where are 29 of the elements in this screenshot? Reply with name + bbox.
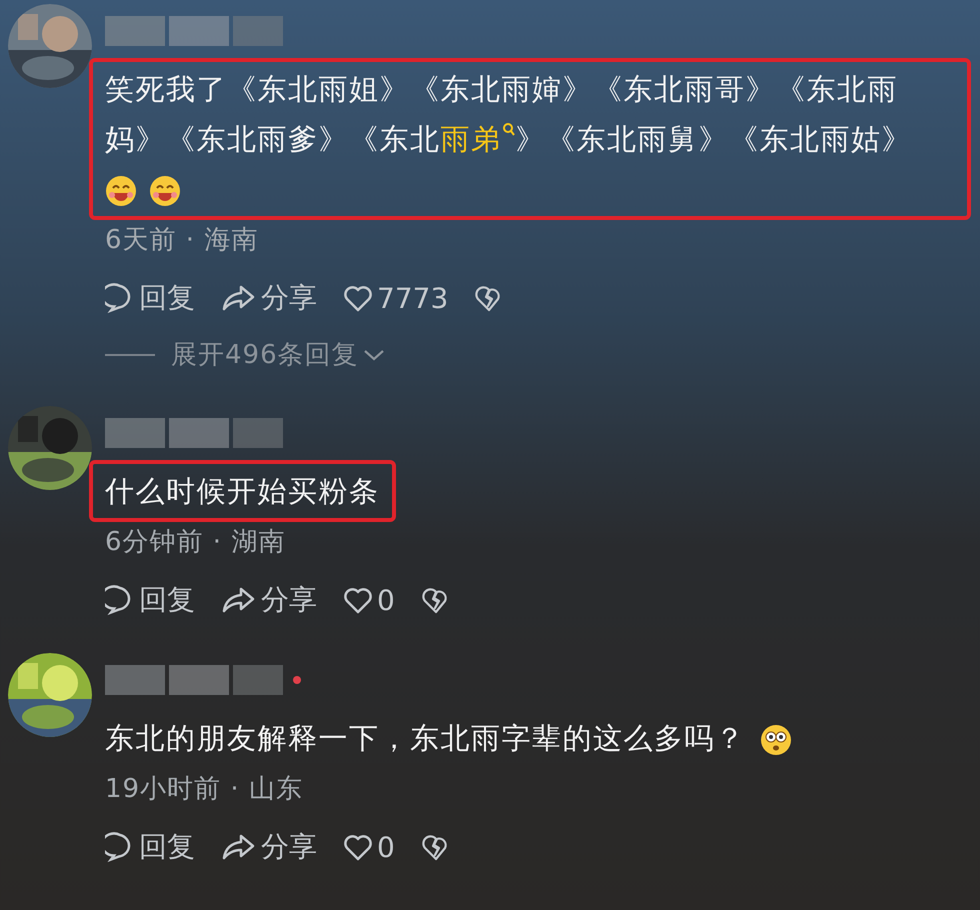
dazed-emoji-icon (760, 724, 792, 756)
reply-button[interactable]: 回复 (105, 279, 195, 317)
reply-button[interactable]: 回复 (105, 828, 195, 866)
comment-text: 什么时候开始买粉条 (105, 473, 380, 510)
grin-emoji-icon (149, 175, 181, 208)
caret-icon (362, 348, 385, 362)
heart-icon (343, 833, 373, 861)
search-icon (502, 122, 516, 138)
expand-replies-button[interactable]: 展开496条回复 (171, 337, 385, 372)
share-icon (221, 283, 257, 313)
reply-button[interactable]: 回复 (105, 581, 195, 619)
comment-text: 笑死我了《东北雨姐》《东北雨婶》《东北雨哥》《东北雨妈》《东北雨爹》《东北雨弟 》《东北雨舅》《东北雨姑》 (105, 71, 913, 158)
share-icon (221, 832, 257, 862)
share-button[interactable]: 分享 (221, 828, 317, 866)
comment-text: 东北的朋友解释一下，东北雨字辈的这么多吗？ (105, 720, 746, 757)
like-button[interactable]: 7773 (343, 282, 448, 314)
like-button[interactable]: 0 (343, 584, 395, 616)
grin-emoji-icon (105, 175, 137, 208)
comment-meta: 6分钟前 · 湖南 (105, 526, 286, 559)
search-link[interactable]: 雨弟 (440, 122, 516, 156)
dot-icon (293, 676, 301, 684)
heart-icon (343, 586, 373, 614)
share-button[interactable]: 分享 (221, 279, 317, 317)
comment-meta: 19小时前 · 山东 (105, 773, 304, 806)
share-button[interactable]: 分享 (221, 581, 317, 619)
share-icon (221, 585, 257, 615)
like-button[interactable]: 0 (343, 830, 395, 864)
comment-meta: 6天前 · 海南 (105, 224, 260, 257)
heart-icon (343, 284, 373, 312)
